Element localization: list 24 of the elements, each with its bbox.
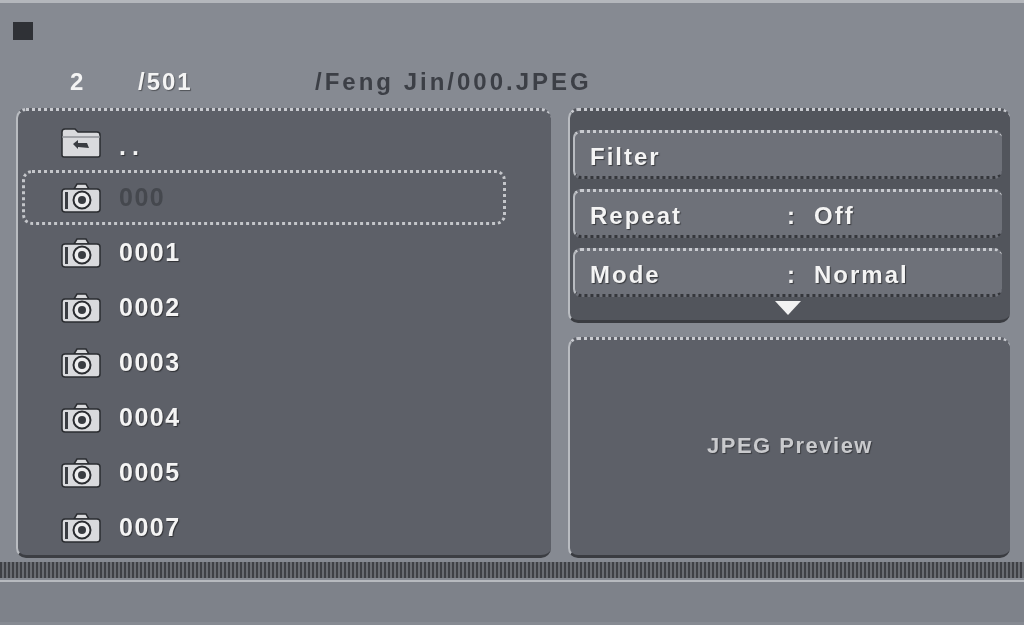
option-button[interactable]: Filter — [573, 130, 1002, 179]
camera-icon — [61, 512, 101, 543]
file-list-item[interactable]: 0004 — [22, 390, 506, 445]
position-text: 2 — [70, 68, 87, 96]
file-list-item[interactable]: .. — [22, 115, 506, 170]
camera-icon — [61, 457, 101, 488]
down-triangle-icon[interactable] — [774, 301, 801, 315]
preview-label: JPEG Preview — [707, 432, 873, 459]
file-list-item[interactable]: 0007 — [22, 500, 506, 555]
file-list-item[interactable]: 0001 — [22, 225, 506, 280]
file-path-text: /Feng Jin/000.JPEG — [315, 68, 592, 96]
camera-icon — [61, 182, 101, 213]
camera-icon — [61, 292, 101, 323]
file-list-item[interactable]: 0005 — [22, 445, 506, 500]
total-count-text: /501 — [138, 68, 194, 96]
folder-icon — [61, 127, 101, 158]
camera-icon — [61, 402, 101, 433]
camera-icon — [61, 347, 101, 378]
option-button[interactable]: Repeat : Off — [573, 189, 1002, 238]
file-list-item[interactable]: 0002 — [22, 280, 506, 335]
stop-icon — [13, 22, 33, 40]
option-button[interactable]: Mode : Normal — [573, 248, 1002, 297]
file-list-item[interactable]: 0003 — [22, 335, 506, 390]
camera-icon — [61, 237, 101, 268]
